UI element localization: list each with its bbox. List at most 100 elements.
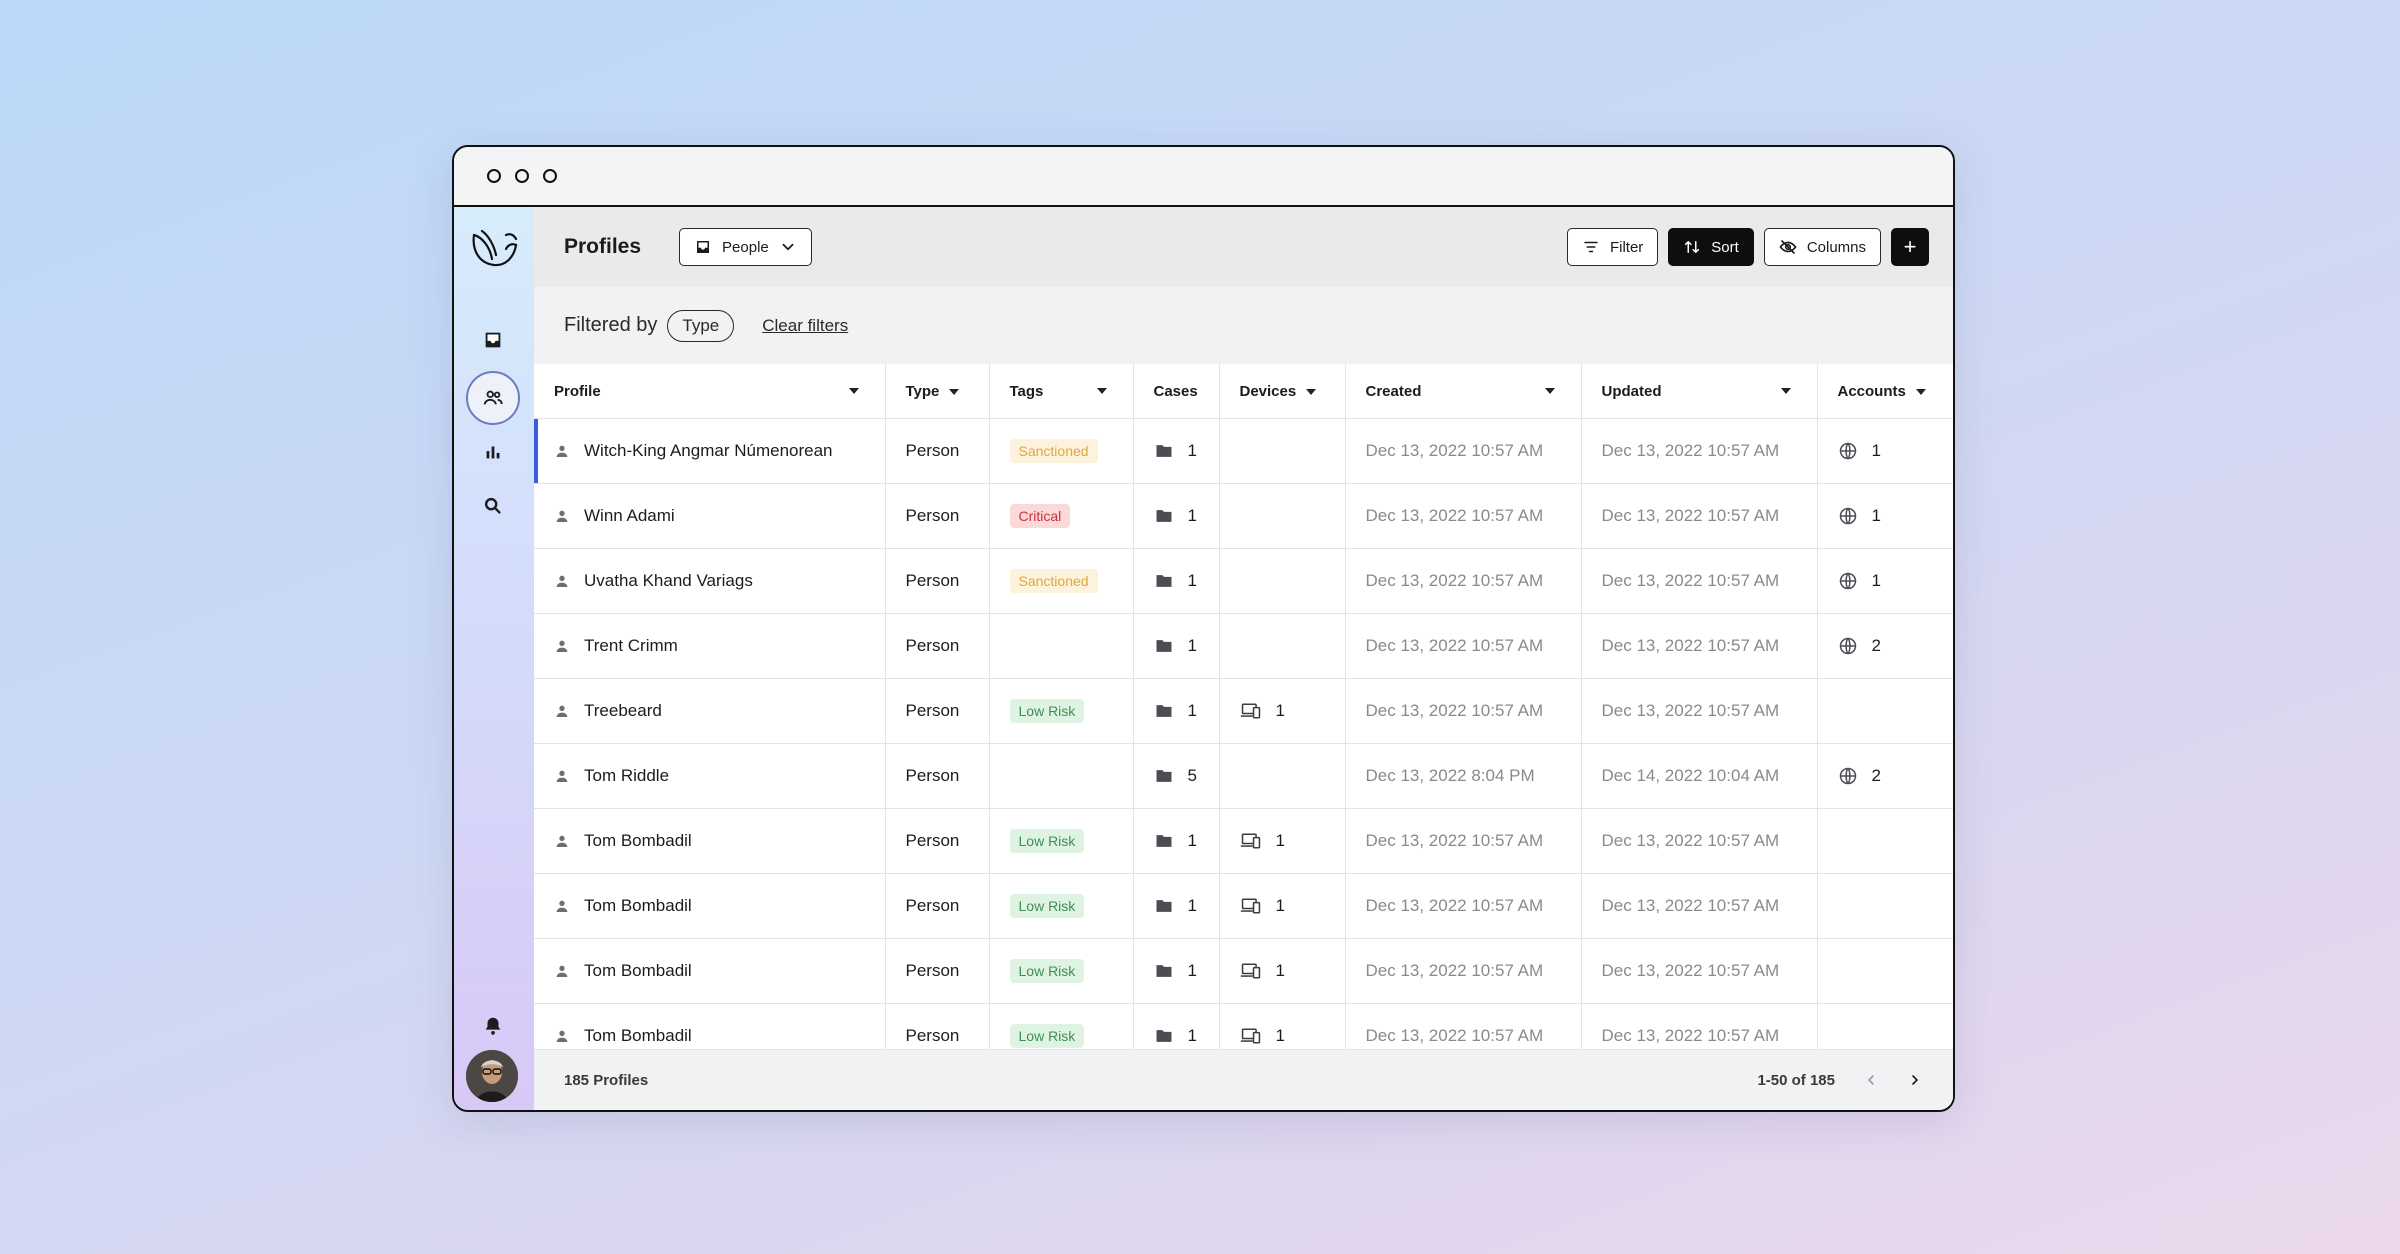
nav-inbox[interactable] [466, 313, 520, 367]
sort-caret-icon [1780, 388, 1791, 394]
table-row[interactable]: Tom Bombadil Person Low Risk 1 1 Dec 13, 2022… [534, 808, 1953, 874]
view-selector-label: People [722, 238, 769, 256]
devices-count: 1 [1275, 1026, 1285, 1045]
cases-count: 1 [1187, 441, 1197, 460]
globe-icon [1839, 572, 1856, 590]
folder-icon [1156, 640, 1171, 652]
cell-profile[interactable]: Treebeard [534, 678, 886, 744]
cases-count: 1 [1187, 896, 1197, 915]
cell-accounts: 1 [1817, 548, 1953, 614]
cell-updated: Dec 13, 2022 10:57 AM [1581, 678, 1818, 744]
devices-count: 1 [1275, 896, 1285, 915]
cell-updated: Dec 13, 2022 10:57 AM [1581, 418, 1818, 484]
cell-created: Dec 13, 2022 10:57 AM [1345, 1003, 1582, 1050]
column-header-accounts[interactable]: Accounts [1817, 364, 1953, 419]
person-icon [556, 445, 568, 457]
filter-button[interactable]: Filter [1566, 228, 1659, 266]
column-header-profile[interactable]: Profile [534, 364, 886, 419]
cell-cases: 1 [1133, 808, 1220, 874]
window-minimize-dot[interactable] [515, 169, 529, 183]
profile-name: Tom Bombadil [584, 896, 692, 915]
profile-name: Witch-King Angmar Númenorean [584, 441, 833, 460]
chevron-left-icon[interactable] [1863, 1072, 1879, 1088]
cell-profile[interactable]: Tom Bombadil [534, 808, 886, 874]
cell-type: Person [885, 418, 990, 484]
window-close-dot[interactable] [487, 169, 501, 183]
sort-caret-icon [1544, 388, 1555, 394]
devices-count: 1 [1275, 701, 1285, 720]
tag-badge: Sanctioned [1009, 439, 1098, 463]
table-footer: 185 Profiles 1-50 of 185 [534, 1049, 1953, 1110]
nav-analytics[interactable] [466, 425, 520, 479]
clear-filters-link[interactable]: Clear filters [762, 316, 848, 336]
sort-button[interactable]: Sort [1668, 228, 1754, 266]
cell-devices: 1 [1219, 678, 1346, 744]
cell-created: Dec 13, 2022 10:57 AM [1345, 873, 1582, 939]
column-header-tags[interactable]: Tags [989, 364, 1134, 419]
table-row[interactable]: Tom Bombadil Person Low Risk 1 1 Dec 13, 2022… [534, 1003, 1953, 1050]
cell-updated: Dec 13, 2022 10:57 AM [1581, 548, 1818, 614]
tag-badge: Low Risk [1009, 894, 1085, 918]
cell-created: Dec 13, 2022 8:04 PM [1345, 743, 1582, 809]
nav-notifications[interactable] [466, 999, 520, 1053]
nav-search[interactable] [466, 479, 520, 533]
table-row[interactable]: Tom Riddle Person 5 Dec 13, 2022 8:04 PM Dec… [534, 743, 1953, 809]
sort-caret-icon [1306, 388, 1317, 395]
nav-people[interactable] [466, 371, 520, 425]
column-header-cases[interactable]: Cases [1133, 364, 1220, 419]
column-header-created[interactable]: Created [1345, 364, 1582, 419]
sort-caret-icon [1915, 388, 1926, 395]
chevron-right-icon[interactable] [1907, 1072, 1923, 1088]
pagination: 1-50 of 185 [1757, 1072, 1923, 1089]
column-header-devices[interactable]: Devices [1219, 364, 1346, 419]
app-window: Profiles People Filter Sort Columns + Fi… [452, 145, 1955, 1112]
toolbar-actions: Filter Sort Columns + [1566, 228, 1929, 266]
cell-devices [1219, 743, 1346, 809]
cell-type: Person [885, 873, 990, 939]
cell-cases: 1 [1133, 678, 1220, 744]
bird-logo-icon[interactable] [468, 225, 520, 271]
cell-type: Person [885, 808, 990, 874]
avatar[interactable] [466, 1050, 518, 1102]
columns-button[interactable]: Columns [1763, 228, 1881, 266]
cell-profile[interactable]: Tom Riddle [534, 743, 886, 809]
filter-button-label: Filter [1609, 238, 1644, 256]
table-row[interactable]: Uvatha Khand Variags Person Sanctioned 1 Dec… [534, 548, 1953, 614]
column-header-type[interactable]: Type [885, 364, 990, 419]
table-row[interactable]: Tom Bombadil Person Low Risk 1 1 Dec 13, 2022… [534, 873, 1953, 939]
accounts-count: 2 [1871, 766, 1881, 785]
cell-profile[interactable]: Trent Crimm [534, 613, 886, 679]
add-profile-button[interactable]: + [1891, 228, 1929, 266]
cell-profile[interactable]: Uvatha Khand Variags [534, 548, 886, 614]
columns-button-label: Columns [1806, 238, 1866, 256]
table-row[interactable]: Treebeard Person Low Risk 1 1 Dec 13, 2022 10… [534, 678, 1953, 744]
table-row[interactable]: Winn Adami Person Critical 1 Dec 13, 2022 10… [534, 483, 1953, 549]
cell-profile[interactable]: Witch-King Angmar Númenorean [534, 418, 886, 484]
cell-type: Person [885, 548, 990, 614]
sort-icon [1685, 241, 1700, 253]
filter-bar: Filtered by Type Clear filters [534, 287, 1953, 365]
person-icon [556, 900, 568, 912]
cell-updated: Dec 13, 2022 10:57 AM [1581, 808, 1818, 874]
cell-tags: Low Risk [989, 873, 1134, 939]
cell-profile[interactable]: Tom Bombadil [534, 873, 886, 939]
cell-created: Dec 13, 2022 10:57 AM [1345, 938, 1582, 1004]
table-row[interactable]: Trent Crimm Person 1 Dec 13, 2022 10:57 AM D… [534, 613, 1953, 679]
cell-profile[interactable]: Tom Bombadil [534, 938, 886, 1004]
cases-count: 5 [1187, 766, 1197, 785]
column-header-updated[interactable]: Updated [1581, 364, 1818, 419]
cell-cases: 1 [1133, 418, 1220, 484]
cell-devices [1219, 613, 1346, 679]
accounts-count: 1 [1871, 571, 1881, 590]
tag-badge: Sanctioned [1009, 569, 1098, 593]
accounts-count: 2 [1871, 636, 1881, 655]
table-row[interactable]: Witch-King Angmar Númenorean Person Sancti… [534, 418, 1953, 484]
cell-profile[interactable]: Tom Bombadil [534, 1003, 886, 1050]
filter-chip-type[interactable]: Type [667, 309, 735, 342]
cell-profile[interactable]: Winn Adami [534, 483, 886, 549]
chevron-down-icon [782, 243, 794, 251]
window-maximize-dot[interactable] [543, 169, 557, 183]
view-selector[interactable]: People [679, 228, 812, 266]
cell-accounts [1817, 938, 1953, 1004]
table-row[interactable]: Tom Bombadil Person Low Risk 1 1 Dec 13, 2022… [534, 938, 1953, 1004]
